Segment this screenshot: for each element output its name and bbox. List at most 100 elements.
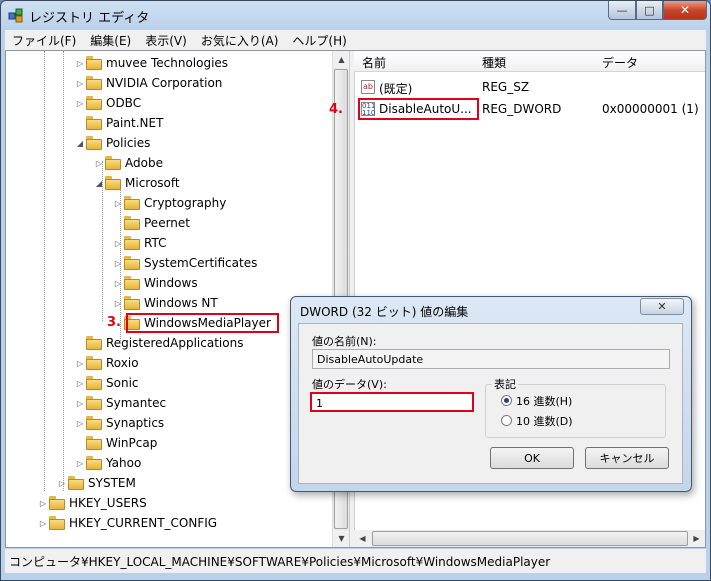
- scrollbar-thumb[interactable]: [372, 531, 688, 546]
- tree-item[interactable]: ▷ Symantec: [74, 393, 166, 413]
- radio-hex-label[interactable]: 16 進数(H): [516, 393, 572, 409]
- folder-icon: [86, 116, 102, 130]
- list-horizontal-scrollbar[interactable]: ◀ ▶: [354, 530, 705, 547]
- tree-item[interactable]: ▷ muvee Technologies: [74, 53, 228, 73]
- cancel-button[interactable]: キャンセル: [585, 447, 669, 469]
- tree-item[interactable]: Peernet: [112, 213, 190, 233]
- expand-icon[interactable]: ▷: [74, 359, 86, 368]
- radio-hex[interactable]: [501, 395, 512, 406]
- folder-icon: [86, 356, 102, 370]
- tree-item-microsoft[interactable]: ◢ Microsoft: [93, 173, 180, 193]
- column-header-name[interactable]: 名前: [362, 54, 386, 71]
- close-button[interactable]: ✕: [663, 1, 707, 20]
- expand-icon[interactable]: ▷: [112, 279, 124, 288]
- folder-icon: [86, 396, 102, 410]
- tree-item-hkey-users[interactable]: ▷ HKEY_USERS: [37, 493, 147, 513]
- menu-view[interactable]: 表示(V): [138, 32, 194, 49]
- tree-item[interactable]: ▷ Windows: [112, 273, 198, 293]
- radio-decimal-label[interactable]: 10 進数(D): [516, 413, 573, 429]
- base-group: [485, 384, 666, 438]
- tree-item[interactable]: ▷ Cryptography: [112, 193, 226, 213]
- base-group-label: 表記: [492, 376, 518, 392]
- menu-edit[interactable]: 編集(E): [83, 32, 138, 49]
- expand-icon[interactable]: ▷: [56, 479, 68, 488]
- menu-favorites[interactable]: お気に入り(A): [194, 32, 286, 49]
- registry-editor-icon: [8, 8, 23, 23]
- folder-icon: [105, 156, 121, 170]
- tree-item-label: HKEY_CURRENT_CONFIG: [69, 516, 218, 530]
- expand-icon[interactable]: ▷: [74, 459, 86, 468]
- maximize-button[interactable]: □: [636, 1, 663, 20]
- menu-help[interactable]: ヘルプ(H): [285, 32, 353, 49]
- tree-item-label: Microsoft: [125, 176, 180, 190]
- scroll-down-icon[interactable]: ▼: [333, 530, 349, 547]
- expand-icon[interactable]: ▷: [74, 79, 86, 88]
- expand-icon[interactable]: ▷: [112, 259, 124, 268]
- column-header-data[interactable]: データ: [602, 54, 638, 71]
- tree-item[interactable]: ▷ Yahoo: [74, 453, 141, 473]
- expand-icon[interactable]: ▷: [37, 519, 49, 528]
- ok-button[interactable]: OK: [490, 447, 574, 469]
- folder-icon: [86, 336, 102, 350]
- tree-item-label: ODBC: [106, 96, 142, 110]
- tree-item-label: NVIDIA Corporation: [106, 76, 223, 90]
- folder-icon: [124, 296, 140, 310]
- expand-icon[interactable]: ▷: [37, 499, 49, 508]
- dialog-close-button[interactable]: ✕: [640, 298, 684, 315]
- tree-item[interactable]: ▷ SYSTEM: [56, 473, 136, 493]
- title-bar[interactable]: レジストリ エディタ — □ ✕: [1, 1, 710, 29]
- expand-icon[interactable]: ▷: [74, 419, 86, 428]
- step-3-marker: 3.: [107, 315, 121, 330]
- menu-file[interactable]: ファイル(F): [5, 32, 83, 49]
- tree-item[interactable]: ▷ NVIDIA Corporation: [74, 73, 222, 93]
- expand-icon[interactable]: ▷: [74, 99, 86, 108]
- folder-icon: [124, 236, 140, 250]
- tree-item[interactable]: WinPcap: [74, 433, 157, 453]
- minimize-button[interactable]: —: [608, 1, 636, 20]
- expand-icon[interactable]: ▷: [93, 159, 105, 168]
- scroll-left-icon[interactable]: ◀: [354, 530, 371, 547]
- collapse-icon[interactable]: ◢: [74, 139, 86, 148]
- column-header-type[interactable]: 種類: [482, 54, 506, 71]
- tree-item[interactable]: ▷ RTC: [112, 233, 166, 253]
- radio-decimal[interactable]: [501, 415, 512, 426]
- tree-item-label: Adobe: [125, 156, 163, 170]
- tree-item-label: SYSTEM: [88, 476, 136, 490]
- folder-icon: [124, 216, 140, 230]
- tree-item[interactable]: ▷ SystemCertificates: [112, 253, 257, 273]
- collapse-icon[interactable]: ◢: [93, 179, 105, 188]
- tree-item[interactable]: ▷ Synaptics: [74, 413, 164, 433]
- folder-icon: [124, 256, 140, 270]
- expand-icon[interactable]: ▷: [112, 239, 124, 248]
- window-title: レジストリ エディタ: [29, 11, 150, 26]
- expand-icon[interactable]: ▷: [112, 299, 124, 308]
- tree-item-hkey-current-config[interactable]: ▷ HKEY_CURRENT_CONFIG: [37, 513, 217, 533]
- tree-item[interactable]: ▷ Roxio: [74, 353, 139, 373]
- tree-item-policies[interactable]: ◢ Policies: [74, 133, 150, 153]
- folder-icon: [124, 276, 140, 290]
- tree-item[interactable]: ▷ Sonic: [74, 373, 139, 393]
- status-bar: コンピュータ¥HKEY_LOCAL_MACHINE¥SOFTWARE¥Polic…: [5, 549, 706, 573]
- list-row-default[interactable]: ab (既定) REG_SZ: [354, 77, 705, 97]
- tree-item-label: Paint.NET: [106, 116, 164, 130]
- tree-item-label: Sonic: [106, 376, 139, 390]
- tree-item[interactable]: ▷ Adobe: [93, 153, 163, 173]
- scroll-right-icon[interactable]: ▶: [688, 530, 705, 547]
- expand-icon[interactable]: ▷: [74, 399, 86, 408]
- expand-icon[interactable]: ▷: [74, 59, 86, 68]
- status-path: コンピュータ¥HKEY_LOCAL_MACHINE¥SOFTWARE¥Polic…: [9, 554, 551, 569]
- expand-icon[interactable]: ▷: [74, 379, 86, 388]
- scroll-up-icon[interactable]: ▲: [333, 51, 349, 68]
- tree-item[interactable]: RegisteredApplications: [74, 333, 243, 353]
- highlight-box-windowsmediaplayer: [126, 313, 279, 333]
- expand-icon[interactable]: ▷: [112, 199, 124, 208]
- tree-item[interactable]: Paint.NET: [74, 113, 163, 133]
- folder-icon: [105, 176, 121, 190]
- tree-item[interactable]: ▷ Windows NT: [112, 293, 218, 313]
- value-name: (既定): [379, 82, 413, 96]
- tree-item[interactable]: ▷ ODBC: [74, 93, 141, 113]
- tree-item-label: RTC: [144, 236, 167, 250]
- folder-icon: [86, 96, 102, 110]
- value-data-input[interactable]: 1: [310, 392, 474, 412]
- value-data: 0x00000001 (1): [602, 102, 699, 116]
